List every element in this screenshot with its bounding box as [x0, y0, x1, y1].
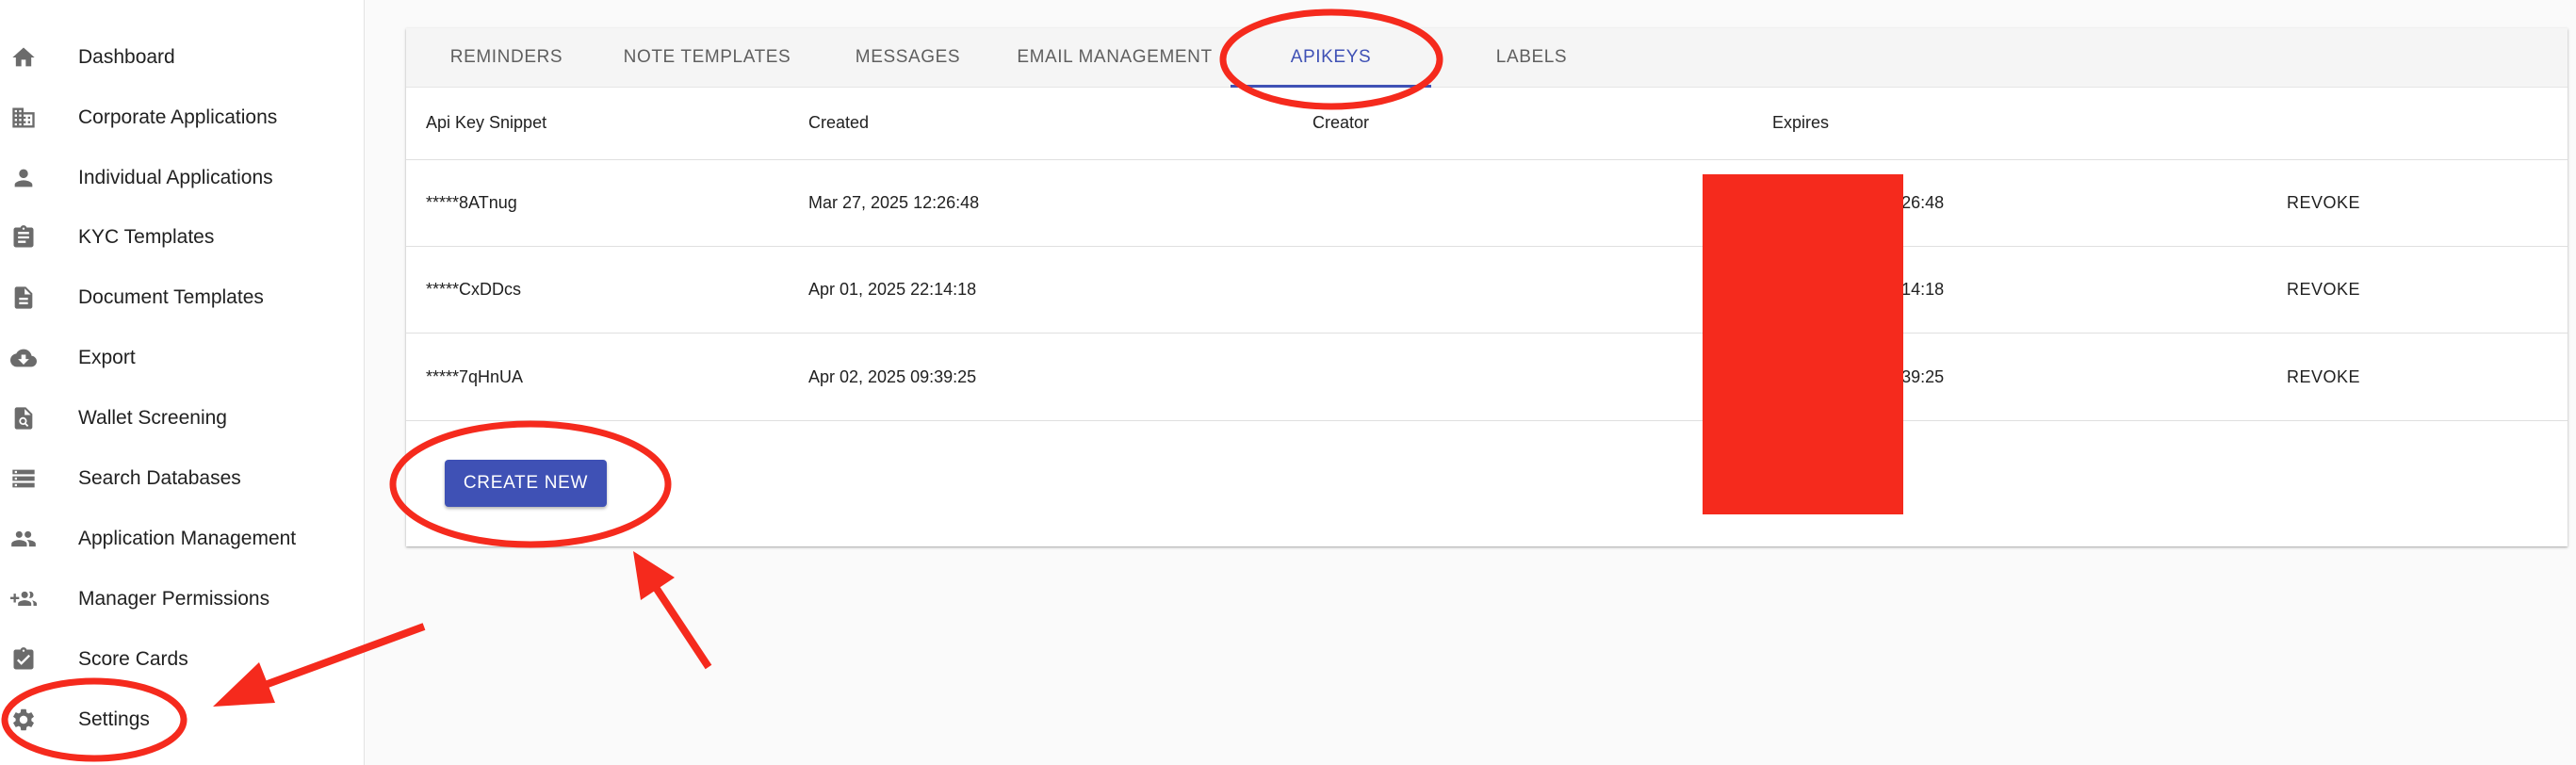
sidebar-item-score-cards[interactable]: Score Cards — [0, 635, 364, 684]
tab-apikeys[interactable]: Apikeys — [1231, 28, 1431, 88]
search-document-icon — [9, 406, 38, 431]
assignment-check-icon — [9, 647, 38, 672]
sidebar-item-document-templates[interactable]: Document Templates — [0, 273, 364, 322]
document-icon — [9, 285, 38, 310]
revoke-button[interactable]: REVOKE — [2287, 367, 2360, 387]
sidebar-item-dashboard[interactable]: Dashboard — [0, 33, 364, 82]
tab-reminders[interactable]: Reminders — [406, 28, 607, 87]
sidebar-item-label: Corporate Applications — [78, 106, 278, 128]
sidebar-item-label: Export — [78, 347, 136, 368]
sidebar-item-corporate-applications[interactable]: Corporate Applications — [0, 93, 364, 142]
apikeys-panel: Reminders Note Templates Messages Email … — [406, 28, 2568, 546]
gear-icon — [9, 708, 38, 732]
sidebar-item-application-management[interactable]: Application Management — [0, 514, 364, 563]
row-divider — [406, 420, 2568, 421]
sidebar-item-search-databases[interactable]: Search Databases — [0, 454, 364, 503]
sidebar-item-label: Settings — [78, 708, 150, 730]
row-divider — [406, 246, 2568, 247]
column-header-created: Created — [808, 113, 870, 132]
sidebar-item-label: Application Management — [78, 528, 297, 549]
tab-note-templates[interactable]: Note Templates — [607, 28, 807, 87]
row-divider — [406, 159, 2568, 160]
created-date: Mar 27, 2025 12:26:48 — [808, 193, 980, 212]
sidebar-item-individual-applications[interactable]: Individual Applications — [0, 154, 364, 203]
people-icon — [9, 527, 38, 551]
creator-redaction-box — [1703, 174, 1903, 514]
annotation-arrow-to-create-button — [633, 551, 712, 670]
sidebar-item-label: Manager Permissions — [78, 588, 270, 610]
sidebar-item-label: Search Databases — [78, 467, 241, 489]
person-icon — [9, 166, 38, 190]
storage-icon — [9, 466, 38, 491]
sidebar-item-settings[interactable]: Settings — [0, 695, 364, 744]
column-header-snippet: Api Key Snippet — [426, 113, 547, 132]
home-icon — [9, 45, 38, 70]
created-date: Apr 01, 2025 22:14:18 — [808, 280, 977, 299]
sidebar-item-label: Wallet Screening — [78, 407, 227, 429]
sidebar-item-kyc-templates[interactable]: KYC Templates — [0, 213, 364, 262]
column-header-expires: Expires — [1772, 113, 1830, 132]
cloud-download-icon — [9, 346, 38, 370]
sidebar-item-label: Document Templates — [78, 286, 264, 308]
sidebar-item-wallet-screening[interactable]: Wallet Screening — [0, 394, 364, 443]
group-add-icon — [9, 587, 38, 611]
tab-email-management[interactable]: Email Management — [1008, 28, 1221, 87]
sidebar-item-label: Individual Applications — [78, 167, 273, 188]
api-key-snippet: *****CxDDcs — [426, 280, 522, 299]
column-header-creator: Creator — [1312, 113, 1370, 132]
revoke-button[interactable]: REVOKE — [2287, 280, 2360, 300]
building-icon — [9, 106, 38, 130]
sidebar-item-export[interactable]: Export — [0, 334, 364, 382]
sidebar-item-label: Score Cards — [78, 648, 188, 670]
sidebar: Dashboard Corporate Applications Individ… — [0, 0, 365, 765]
row-divider — [406, 333, 2568, 334]
api-key-snippet: *****7qHnUA — [426, 367, 524, 386]
tab-messages[interactable]: Messages — [807, 28, 1008, 87]
api-key-snippet: *****8ATnug — [426, 193, 517, 212]
create-new-button[interactable]: Create New — [445, 460, 607, 507]
sidebar-item-label: Dashboard — [78, 46, 175, 68]
tab-labels[interactable]: Labels — [1431, 28, 1632, 87]
sidebar-item-manager-permissions[interactable]: Manager Permissions — [0, 575, 364, 624]
clipboard-icon — [9, 225, 38, 250]
created-date: Apr 02, 2025 09:39:25 — [808, 367, 977, 386]
sidebar-item-label: KYC Templates — [78, 226, 215, 248]
revoke-button[interactable]: REVOKE — [2287, 193, 2360, 213]
settings-tabs: Reminders Note Templates Messages Email … — [406, 28, 2568, 88]
